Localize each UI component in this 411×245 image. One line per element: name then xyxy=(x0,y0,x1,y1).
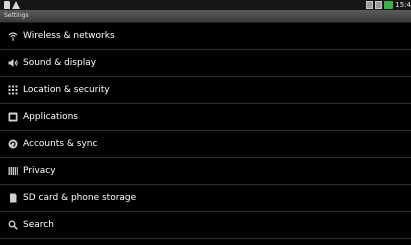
settings-item-label: Location & security xyxy=(23,85,110,95)
settings-item-label: Search xyxy=(23,220,54,230)
sync-icon xyxy=(8,139,18,149)
settings-item-sd-card-phone-storage[interactable]: SD card & phone storage xyxy=(0,185,411,212)
status-left-icons xyxy=(4,1,20,9)
page-title: Settings xyxy=(4,12,29,19)
settings-item-search[interactable]: Search xyxy=(0,212,411,239)
settings-item-label: SD card & phone storage xyxy=(23,193,137,203)
settings-list: Wireless & networks Sound & display Loca… xyxy=(0,23,411,239)
sd-card-icon xyxy=(10,193,17,203)
wifi-icon xyxy=(8,32,18,41)
settings-item-privacy[interactable]: Privacy xyxy=(0,158,411,185)
notification-icon xyxy=(366,1,374,9)
speaker-icon xyxy=(8,59,18,67)
settings-screen: 15:4 Settings Wireless & networks Sound … xyxy=(0,0,411,245)
settings-item-sound-display[interactable]: Sound & display xyxy=(0,50,411,77)
settings-item-label: Sound & display xyxy=(23,58,97,68)
status-time: 15:4 xyxy=(395,1,411,9)
settings-item-label: Wireless & networks xyxy=(23,31,115,41)
settings-item-applications[interactable]: Applications xyxy=(0,104,411,131)
settings-item-label: Accounts & sync xyxy=(23,139,98,149)
settings-item-accounts-sync[interactable]: Accounts & sync xyxy=(0,131,411,158)
privacy-icon xyxy=(8,167,18,175)
battery-icon xyxy=(384,1,394,9)
settings-item-label: Privacy xyxy=(23,166,56,176)
sd-card-icon xyxy=(4,1,10,9)
signal-icon xyxy=(375,1,383,9)
settings-item-label: Applications xyxy=(23,112,78,122)
status-right-icons: 15:4 xyxy=(366,1,411,9)
settings-item-wireless-networks[interactable]: Wireless & networks xyxy=(0,23,411,50)
title-bar: Settings xyxy=(0,10,411,23)
status-bar: 15:4 xyxy=(0,0,411,10)
settings-item-location-security[interactable]: Location & security xyxy=(0,77,411,104)
grid-icon xyxy=(8,85,18,95)
applications-icon xyxy=(8,112,18,122)
search-icon xyxy=(8,220,18,230)
warning-icon xyxy=(12,1,20,9)
